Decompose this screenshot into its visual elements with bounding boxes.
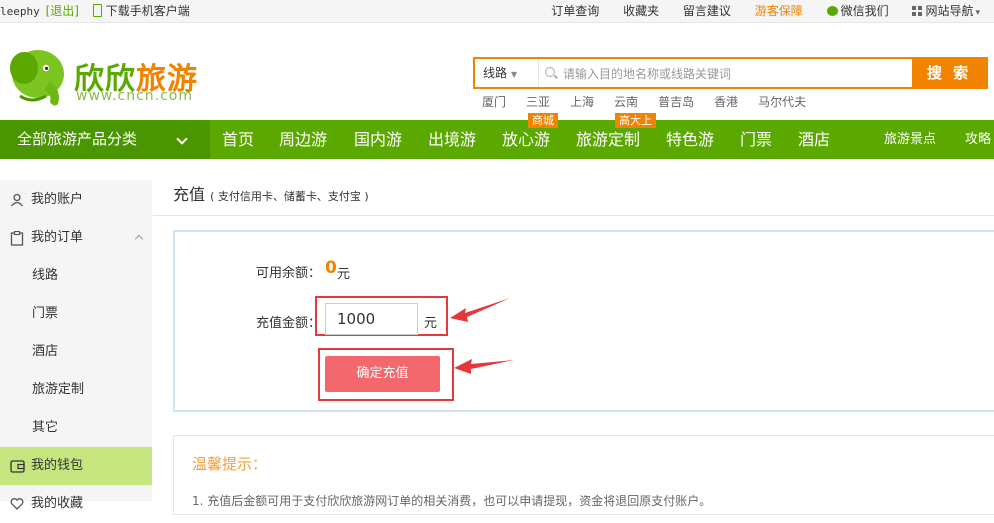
wechat-link[interactable]: 微信我们 xyxy=(826,4,889,18)
mall-badge: 商城 xyxy=(528,113,558,128)
username: leephy xyxy=(0,5,40,18)
balance-unit: 元 xyxy=(337,267,351,282)
hot-keywords: 厦门 三亚 上海 云南 普吉岛 香港 马尔代夫 xyxy=(482,93,826,110)
page-title: 充值 ( 支付信用卡、储蓄卡、支付宝 ) xyxy=(173,181,369,205)
wechat-icon xyxy=(826,6,838,16)
nav-item-tickets[interactable]: 门票 xyxy=(740,120,772,159)
hot-keyword[interactable]: 厦门 xyxy=(482,95,506,109)
logout-link[interactable]: [退出] xyxy=(46,4,79,18)
sidebar-subitem-tickets[interactable]: 门票 xyxy=(0,295,152,333)
sitemap-label: 网站导航 xyxy=(925,4,974,18)
tips-title: 温馨提示： xyxy=(192,455,268,473)
page-title-note: ( 支付信用卡、储蓄卡、支付宝 ) xyxy=(210,190,369,203)
arrow-left-icon xyxy=(450,298,510,322)
logo-url: www.cncn.com xyxy=(76,88,194,104)
elephant-logo-icon xyxy=(10,50,64,106)
sidebar-item-label: 我的钱包 xyxy=(31,458,84,473)
sidebar-subitem-routes[interactable]: 线路 xyxy=(0,257,152,295)
hot-keyword[interactable]: 普吉岛 xyxy=(658,95,694,109)
user-icon xyxy=(10,193,24,207)
page-title-text: 充值 xyxy=(173,185,206,204)
nav-item-home[interactable]: 首页 xyxy=(222,120,254,159)
wechat-label: 微信我们 xyxy=(840,4,889,18)
amount-input[interactable] xyxy=(325,303,418,335)
sidebar-subitem-other[interactable]: 其它 xyxy=(0,409,152,447)
favorites-link[interactable]: 收藏夹 xyxy=(623,4,659,18)
amount-unit: 元 xyxy=(424,316,438,331)
sidebar-item-account[interactable]: 我的账户 xyxy=(0,181,152,219)
hot-keyword[interactable]: 云南 xyxy=(614,95,638,109)
main-nav: 全部旅游产品分类 首页 周边游 国内游 出境游 放心游 旅游定制 特色游 门票 … xyxy=(0,113,994,159)
chevron-down-icon: ▼ xyxy=(511,70,518,79)
hot-keyword[interactable]: 三亚 xyxy=(526,95,550,109)
nav-item-special[interactable]: 特色游 xyxy=(666,120,714,159)
sidebar: 我的账户 我的订单 线路 门票 酒店 旅游定制 其它 我的钱包 我的收藏 xyxy=(0,180,152,511)
mobile-client-link[interactable]: 下载手机客户端 xyxy=(92,4,190,18)
search-icon xyxy=(545,67,555,77)
chevron-down-icon: ▾ xyxy=(975,8,980,18)
nav-item-domestic[interactable]: 国内游 xyxy=(354,120,402,159)
sidebar-item-wallet[interactable]: 我的钱包 xyxy=(0,447,152,485)
sitemap-link[interactable]: 网站导航 ▾ xyxy=(912,4,980,18)
premium-badge: 高大上 xyxy=(615,113,656,128)
arrow-left-icon xyxy=(454,359,514,374)
heart-icon xyxy=(10,498,24,510)
title-divider xyxy=(153,215,994,216)
hot-keyword[interactable]: 马尔代夫 xyxy=(758,95,806,109)
hot-keyword[interactable]: 上海 xyxy=(570,95,594,109)
balance-value: 0 xyxy=(325,258,337,278)
search-button[interactable]: 搜 索 xyxy=(912,59,986,87)
guarantee-link[interactable]: 游客保障 xyxy=(755,4,803,18)
sidebar-item-label: 我的账户 xyxy=(31,192,84,207)
grid-icon xyxy=(912,6,923,16)
sidebar-item-label: 我的订单 xyxy=(31,230,84,245)
wallet-icon xyxy=(10,460,25,473)
sidebar-subitem-custom[interactable]: 旅游定制 xyxy=(0,371,152,409)
confirm-recharge-button[interactable]: 确定充值 xyxy=(325,356,440,392)
search-input[interactable] xyxy=(561,63,905,85)
balance-label: 可用余额： xyxy=(256,266,322,281)
amount-label: 充值金额： xyxy=(256,316,322,331)
search-category-label: 线路 xyxy=(483,66,508,80)
site-logo[interactable]: 欣欣旅游 www.cncn.com xyxy=(2,38,217,110)
all-categories-label: 全部旅游产品分类 xyxy=(17,130,138,148)
nav-item-outbound[interactable]: 出境游 xyxy=(428,120,476,159)
nav-item-attractions[interactable]: 旅游景点 xyxy=(884,120,936,159)
clipboard-icon xyxy=(10,231,24,246)
sidebar-item-label: 我的收藏 xyxy=(31,496,84,511)
top-bar: leephy [退出] 下载手机客户端 订单查询 收藏夹 留言建议 游客保障 微… xyxy=(0,0,994,23)
feedback-link[interactable]: 留言建议 xyxy=(683,4,731,18)
search-bar: 线路▼ 搜 索 xyxy=(473,57,988,89)
order-query-link[interactable]: 订单查询 xyxy=(551,4,599,18)
mobile-client-label: 下载手机客户端 xyxy=(105,4,190,18)
search-category-select[interactable]: 线路 ▼ xyxy=(475,59,539,87)
phone-icon xyxy=(92,4,102,17)
nav-item-hotel[interactable]: 酒店 xyxy=(798,120,830,159)
sidebar-item-favorites[interactable]: 我的收藏 xyxy=(0,485,152,523)
nav-item-nearby[interactable]: 周边游 xyxy=(279,120,327,159)
sidebar-item-orders[interactable]: 我的订单 xyxy=(0,219,152,257)
hot-keyword[interactable]: 香港 xyxy=(714,95,738,109)
chevron-down-icon xyxy=(176,133,188,145)
nav-item-guides[interactable]: 攻略 xyxy=(965,120,991,159)
all-categories-menu[interactable]: 全部旅游产品分类 xyxy=(0,120,210,159)
chevron-up-icon xyxy=(134,234,144,244)
sidebar-subitem-hotel[interactable]: 酒店 xyxy=(0,333,152,371)
